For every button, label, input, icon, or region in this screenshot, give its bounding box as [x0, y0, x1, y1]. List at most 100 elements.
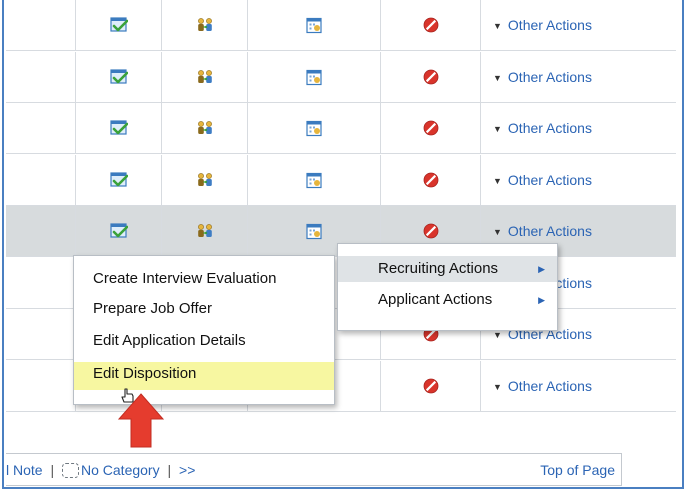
top-of-page-link[interactable]: Top of Page — [540, 462, 615, 478]
approve-cell[interactable] — [76, 51, 162, 102]
reject-cell[interactable] — [381, 154, 481, 205]
menu-item-edit-disposition[interactable]: Edit Disposition — [74, 362, 334, 390]
people-swap-icon[interactable] — [196, 172, 214, 188]
no-entry-icon[interactable] — [423, 120, 439, 136]
other-actions-cell: ▼ Other Actions — [481, 361, 676, 411]
calendar-cell[interactable] — [248, 51, 381, 102]
approve-cell[interactable] — [76, 206, 162, 256]
other-actions-label: Other Actions — [507, 223, 592, 239]
people-swap-icon[interactable] — [196, 120, 214, 136]
people-swap-icon[interactable] — [196, 223, 214, 239]
no-category-icon[interactable] — [62, 463, 79, 478]
table-row: ▼ Other Actions — [6, 51, 676, 103]
other-actions-label: Other Actions — [507, 120, 592, 136]
caret-right-icon: ▶ — [538, 295, 545, 305]
row-leading-cell — [6, 360, 76, 411]
reject-cell[interactable] — [381, 0, 481, 50]
caret-down-icon: ▼ — [493, 21, 502, 31]
calendar-cell[interactable] — [248, 154, 381, 205]
calendar-cell[interactable] — [248, 103, 381, 153]
row-leading-cell — [6, 257, 76, 308]
other-actions-link[interactable]: ▼ Other Actions — [493, 69, 592, 85]
other-actions-link[interactable]: ▼ Other Actions — [493, 378, 592, 394]
caret-down-icon: ▼ — [493, 381, 502, 392]
people-swap-icon[interactable] — [196, 17, 214, 33]
menu-item-label: Recruiting Actions — [378, 260, 499, 277]
other-actions-link[interactable]: ▼ Other Actions — [493, 223, 592, 239]
next-page-link[interactable]: >> — [179, 462, 195, 478]
no-entry-icon[interactable] — [423, 223, 439, 239]
menu-item-label: Applicant Actions — [378, 291, 493, 308]
other-actions-link[interactable]: ▼ Other Actions — [493, 120, 592, 136]
checkmark-window-icon[interactable] — [109, 68, 128, 85]
row-leading-cell — [6, 0, 76, 50]
table-row: ▼ Other Actions — [6, 154, 676, 206]
add-note-link[interactable]: l Note — [6, 462, 43, 478]
caret-down-icon: ▼ — [493, 124, 502, 134]
menu-item-prepare-job-offer[interactable]: Prepare Job Offer — [74, 296, 334, 322]
row-leading-cell — [6, 154, 76, 205]
caret-right-icon: ▶ — [538, 264, 545, 274]
other-actions-label: Other Actions — [507, 17, 592, 33]
other-actions-cell: ▼ Other Actions — [481, 103, 676, 153]
row-leading-cell — [6, 51, 76, 102]
no-entry-icon[interactable] — [423, 17, 439, 33]
other-actions-cell: ▼ Other Actions — [481, 52, 676, 102]
other-actions-cell: ▼ Other Actions — [481, 0, 676, 50]
approve-cell[interactable] — [76, 154, 162, 205]
menu-item-label: Create Interview Evaluation — [93, 270, 277, 287]
checkmark-window-icon[interactable] — [109, 17, 128, 33]
row-leading-cell — [6, 103, 76, 153]
other-actions-menu: Recruiting Actions ▶ Applicant Actions ▶ — [337, 243, 558, 331]
people-swap-icon[interactable] — [196, 69, 214, 85]
other-actions-link[interactable]: ▼ Other Actions — [493, 17, 592, 33]
footer-separator: | — [50, 462, 55, 478]
menu-item-applicant-actions[interactable]: Applicant Actions ▶ — [338, 287, 557, 313]
calendar-icon[interactable] — [306, 120, 322, 137]
no-entry-icon[interactable] — [423, 172, 439, 188]
no-entry-icon[interactable] — [423, 378, 439, 394]
no-category-link[interactable]: No Category — [81, 462, 160, 478]
row-leading-cell — [6, 309, 76, 359]
approve-cell[interactable] — [76, 0, 162, 50]
other-actions-label: Other Actions — [507, 171, 592, 188]
calendar-icon[interactable] — [306, 68, 322, 85]
menu-item-recruiting-actions[interactable]: Recruiting Actions ▶ — [338, 256, 557, 282]
calendar-cell[interactable] — [248, 0, 381, 50]
table-row: ▼ Other Actions — [6, 0, 676, 51]
interview-cell[interactable] — [162, 154, 248, 205]
interview-cell[interactable] — [162, 103, 248, 153]
reject-cell[interactable] — [381, 51, 481, 102]
menu-item-label: Edit Disposition — [93, 365, 197, 382]
menu-item-label: Edit Application Details — [93, 332, 246, 349]
approve-cell[interactable] — [76, 103, 162, 153]
menu-item-edit-application-details[interactable]: Edit Application Details — [74, 328, 334, 354]
other-actions-label: Other Actions — [507, 68, 592, 85]
interview-cell[interactable] — [162, 51, 248, 102]
calendar-icon[interactable] — [306, 17, 322, 34]
reject-cell[interactable] — [381, 103, 481, 153]
other-actions-link[interactable]: ▼ Other Actions — [493, 172, 592, 188]
recruiting-actions-submenu: Create Interview Evaluation Prepare Job … — [73, 255, 335, 405]
checkmark-window-icon[interactable] — [109, 223, 128, 239]
calendar-icon[interactable] — [306, 223, 322, 240]
footer-separator: | — [167, 462, 172, 478]
row-leading-cell — [6, 206, 76, 256]
menu-item-create-interview-evaluation[interactable]: Create Interview Evaluation — [74, 266, 334, 292]
annotation-arrow-icon — [117, 393, 165, 448]
caret-down-icon: ▼ — [493, 227, 502, 237]
interview-cell[interactable] — [162, 0, 248, 50]
checkmark-window-icon[interactable] — [109, 171, 128, 188]
no-entry-icon[interactable] — [423, 69, 439, 85]
reject-cell[interactable] — [381, 360, 481, 411]
footer-links: l Note | No Category | >> — [6, 462, 195, 478]
interview-cell[interactable] — [162, 206, 248, 256]
other-actions-label: Other Actions — [507, 377, 592, 394]
table-row: ▼ Other Actions — [6, 103, 676, 154]
checkmark-window-icon[interactable] — [109, 120, 128, 136]
caret-down-icon: ▼ — [493, 330, 502, 340]
caret-down-icon: ▼ — [493, 72, 502, 83]
caret-down-icon: ▼ — [493, 175, 502, 186]
grid-footer: l Note | No Category | >> Top of Page — [6, 453, 622, 486]
calendar-icon[interactable] — [306, 171, 322, 188]
